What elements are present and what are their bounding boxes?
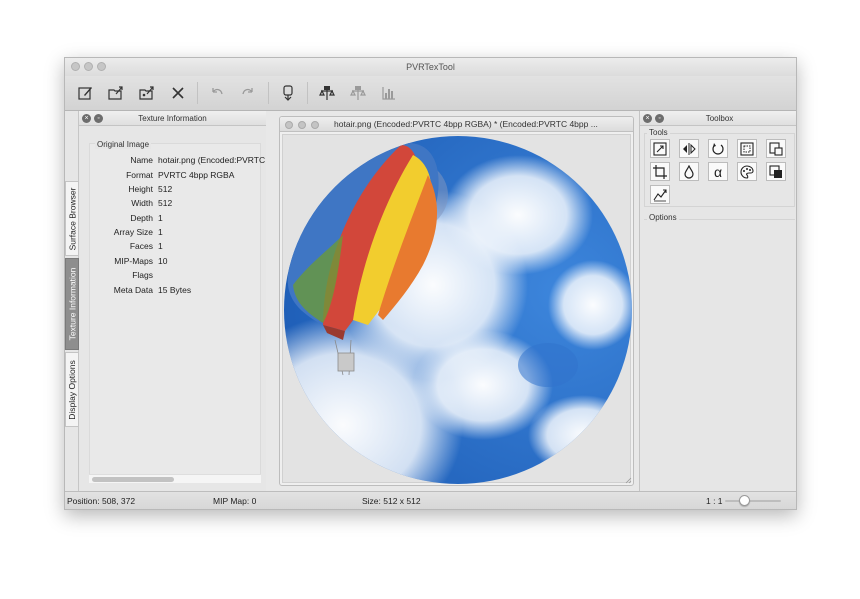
toolbox-close-icon[interactable]: × xyxy=(643,114,652,123)
zoom-slider-track[interactable] xyxy=(725,500,781,502)
viewer-title-bar: hotair.png (Encoded:PVRTC 4bpp RGBA) * (… xyxy=(280,117,633,132)
side-tab-bar: Surface Browser Texture Information Disp… xyxy=(65,111,79,491)
horizontal-scrollbar[interactable] xyxy=(89,474,261,483)
info-row-meta-data: Meta Data 15 Bytes xyxy=(113,285,192,295)
tab-texture-information[interactable]: Texture Information xyxy=(65,258,79,350)
texture-information-header: × ◦ Texture Information xyxy=(79,111,266,126)
toolbar-separator xyxy=(197,82,198,104)
viewer-zoom-button[interactable] xyxy=(311,121,319,129)
compare-icon xyxy=(319,86,335,100)
status-zoom-level: 1 : 1 xyxy=(706,496,723,506)
toolbox-float-icon[interactable]: ◦ xyxy=(655,114,664,123)
info-row-faces: Faces 1 xyxy=(129,241,163,251)
resize-tool[interactable] xyxy=(650,139,670,158)
toolbar-separator xyxy=(307,82,308,104)
alpha-icon: α xyxy=(713,163,723,180)
window-zoom-button[interactable] xyxy=(97,62,106,71)
panel-float-icon[interactable]: ◦ xyxy=(94,114,103,123)
texture-image xyxy=(284,136,632,484)
texture-viewer-window: hotair.png (Encoded:PVRTC 4bpp RGBA) * (… xyxy=(279,116,634,486)
window-title: PVRTexTool xyxy=(406,62,455,72)
alpha-tool[interactable]: α xyxy=(708,162,728,181)
flip-tool[interactable] xyxy=(679,139,699,158)
encode-button[interactable] xyxy=(276,81,300,105)
info-row-height: Height 512 xyxy=(128,184,173,194)
colour-tool[interactable] xyxy=(679,162,699,181)
normal-map-tool[interactable] xyxy=(650,185,670,204)
info-row-depth: Depth 1 xyxy=(130,213,163,223)
colour-icon xyxy=(684,164,694,179)
title-bar: PVRTexTool xyxy=(65,58,796,76)
compare-alt-icon xyxy=(350,86,366,100)
original-image-title: Original Image xyxy=(95,140,152,149)
tab-display-options[interactable]: Display Options xyxy=(65,352,79,427)
window-close-button[interactable] xyxy=(71,62,80,71)
toolbox-panel: × ◦ Toolbox Tools α Options xyxy=(639,111,796,491)
open-button[interactable] xyxy=(104,81,128,105)
scrollbar-thumb[interactable] xyxy=(92,477,174,482)
new-icon xyxy=(78,87,92,100)
status-bar: Position: 508, 372 MIP Map: 0 Size: 512 … xyxy=(65,491,796,509)
open-icon xyxy=(108,86,123,100)
info-row-format: Format PVRTC 4bpp RGBA xyxy=(126,170,235,180)
palette-tool[interactable] xyxy=(737,162,757,181)
panel-close-icon[interactable]: × xyxy=(82,114,91,123)
histogram-icon xyxy=(382,87,395,100)
viewer-minimize-button[interactable] xyxy=(298,121,306,129)
toolbar-separator xyxy=(268,82,269,104)
texture-information-panel: × ◦ Texture Information Original Image N… xyxy=(79,111,267,491)
normal-map-icon xyxy=(653,188,667,201)
info-row-flags: Flags xyxy=(132,270,153,280)
toolbar xyxy=(65,76,796,111)
resize-grip-icon[interactable] xyxy=(625,477,632,484)
premultiply-icon xyxy=(769,164,782,178)
resize-icon xyxy=(653,141,667,156)
undo-icon xyxy=(212,88,223,95)
redo-button[interactable] xyxy=(236,81,260,105)
info-row-mip-maps: MIP-Maps 10 xyxy=(114,256,168,266)
crop-icon xyxy=(653,164,667,179)
border-icon xyxy=(740,141,754,156)
new-button[interactable] xyxy=(73,81,97,105)
info-row-width: Width 512 xyxy=(131,198,173,208)
tab-surface-browser[interactable]: Surface Browser xyxy=(65,181,79,256)
premultiply-tool[interactable] xyxy=(766,162,786,181)
compare-button[interactable] xyxy=(315,81,339,105)
status-mip-map: MIP Map: 0 xyxy=(213,496,257,506)
border-tool[interactable] xyxy=(737,139,757,158)
close-button[interactable] xyxy=(166,81,190,105)
palette-icon xyxy=(740,164,754,179)
options-group xyxy=(644,219,795,485)
histogram-button[interactable] xyxy=(377,81,401,105)
copy-surface-tool[interactable] xyxy=(766,139,786,158)
viewer-title: hotair.png (Encoded:PVRTC 4bpp RGBA) * (… xyxy=(334,119,598,129)
redo-icon xyxy=(242,88,253,95)
toolbox-header: × ◦ Toolbox xyxy=(640,111,796,126)
encode-icon xyxy=(283,85,293,101)
open-special-icon xyxy=(139,86,154,100)
window-minimize-button[interactable] xyxy=(84,62,93,71)
copy-surface-icon xyxy=(769,141,783,156)
close-icon xyxy=(172,87,184,99)
open-special-button[interactable] xyxy=(135,81,159,105)
compare-alt-button[interactable] xyxy=(346,81,370,105)
info-row-name: Name hotair.png (Encoded:PVRTC 4 xyxy=(130,155,267,165)
flip-icon xyxy=(683,142,696,155)
rotate-icon xyxy=(712,142,724,155)
undo-button[interactable] xyxy=(205,81,229,105)
tools-label: Tools xyxy=(647,128,670,137)
options-label: Options xyxy=(647,213,679,222)
viewer-close-button[interactable] xyxy=(285,121,293,129)
app-window: PVRTexTool Surface Browser Texture Infor… xyxy=(64,57,797,510)
crop-tool[interactable] xyxy=(650,162,670,181)
zoom-slider-thumb[interactable] xyxy=(739,495,750,506)
rotate-tool[interactable] xyxy=(708,139,728,158)
status-position: Position: 508, 372 xyxy=(67,496,136,506)
texture-canvas[interactable] xyxy=(282,134,632,484)
info-row-array-size: Array Size 1 xyxy=(113,227,163,237)
status-size: Size: 512 x 512 xyxy=(362,496,421,506)
